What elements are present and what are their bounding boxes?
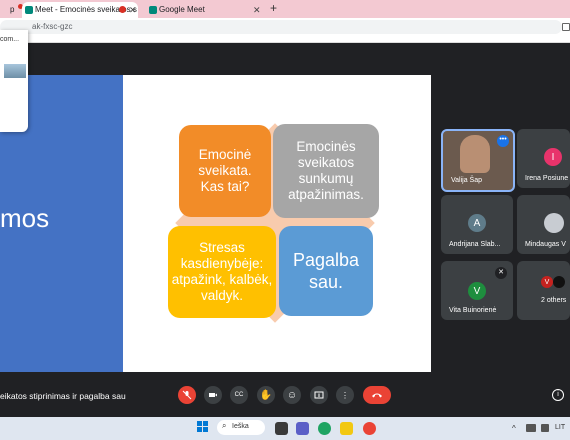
tray-up-icon[interactable]: ^ (512, 424, 516, 433)
task-view-icon[interactable] (275, 422, 288, 435)
participant-avatar: A (468, 214, 486, 232)
participant-name: Vita Buinorienė (449, 307, 497, 314)
box-text: Stresas kasdienybėje: atpažink, kalbėk, … (171, 240, 273, 303)
hangup-icon (372, 393, 382, 398)
close-icon[interactable]: ✕ (129, 2, 137, 18)
bookmarks-bar (0, 36, 570, 43)
network-icon[interactable] (526, 424, 536, 432)
address-bar[interactable]: ak-fxsc-gzc (0, 20, 562, 34)
tab-google-meet[interactable]: Google Meet ✕ (146, 2, 262, 18)
account-popup: com... (0, 30, 28, 132)
chrome-icon[interactable] (363, 422, 376, 435)
taskbar-search[interactable]: ⌕ Ieška (217, 420, 265, 435)
mic-off-icon (182, 390, 192, 400)
leave-call-button[interactable] (363, 386, 391, 404)
extension-icon[interactable] (562, 23, 570, 31)
language-indicator[interactable]: LIT (555, 424, 565, 431)
volume-icon[interactable] (541, 424, 549, 432)
participant-name: Andrijana Slab... (449, 241, 501, 248)
participant-tile-vita[interactable]: ✕ V Vita Buinorienė (441, 261, 513, 320)
slide-box-emotional-health: Emocinė sveikata. Kas tai? (179, 125, 271, 217)
meet-icon (149, 6, 157, 14)
tab-1[interactable]: p (0, 2, 20, 18)
more-options-button[interactable]: ⋮ (336, 386, 354, 404)
participant-tile-andrijana[interactable]: A Andrijana Slab... (441, 195, 513, 254)
search-placeholder: Ieška (232, 423, 249, 430)
participant-avatar: I (544, 148, 562, 166)
participant-name: Mindaugas V (525, 241, 566, 248)
muted-mic-icon: ✕ (495, 267, 507, 279)
popup-text: com... (0, 36, 20, 43)
new-tab-button[interactable]: + (270, 1, 277, 15)
emoji-icon: ☺ (286, 389, 298, 401)
more-vert-icon: ⋮ (341, 390, 349, 400)
mic-off-button[interactable] (178, 386, 196, 404)
participant-avatar: V (468, 282, 486, 300)
participant-tile-mindaugas[interactable]: Mindaugas V (517, 195, 570, 254)
participant-avatar (553, 276, 565, 288)
tab-bar: p Meet - Emocinės sveikatos s ✕ Google M… (0, 0, 570, 18)
meet-icon (25, 6, 33, 14)
camera-icon (209, 393, 217, 397)
participant-name: Valija Šap (451, 177, 483, 184)
info-button[interactable]: i (552, 389, 564, 401)
box-text: Emocinės sveikatos sunkumų atpažinimas. (288, 139, 364, 202)
windows-start-icon[interactable] (197, 421, 209, 433)
captions-button[interactable]: CC (230, 386, 248, 404)
tab-title: Google Meet (159, 5, 205, 14)
hand-icon: ✋ (259, 389, 273, 401)
meeting-title: eikatos stiprinimas ir pagalba sau (0, 391, 126, 401)
participant-tile-irena[interactable]: I Irena Posiune (517, 129, 570, 188)
slide-box-recognition: Emocinės sveikatos sunkumų atpažinimas. (273, 124, 379, 218)
participant-tile-others[interactable]: V 2 others (517, 261, 570, 320)
participant-video (460, 135, 490, 173)
participant-name: Irena Posiune (525, 175, 569, 182)
slide-box-self-help: Pagalba sau. (279, 226, 373, 316)
participant-tile-valija[interactable]: ••• Valija Šap (441, 129, 515, 192)
participant-avatar: V (541, 276, 553, 288)
tab-meet-active[interactable]: Meet - Emocinės sveikatos s ✕ (22, 2, 138, 18)
others-count: 2 others (541, 297, 567, 304)
slide-box-stress: Stresas kasdienybėje: atpažink, kalbėk, … (168, 226, 276, 318)
box-text: Emocinė sveikata. Kas tai? (198, 147, 252, 194)
tab-title: p (10, 5, 15, 14)
teams-icon[interactable] (296, 422, 309, 435)
search-icon: ⌕ (222, 421, 227, 430)
file-explorer-icon[interactable] (340, 422, 353, 435)
participant-photo (544, 213, 564, 233)
url-text: ak-fxsc-gzc (32, 22, 73, 31)
box-text: Pagalba sau. (292, 250, 360, 292)
more-options-icon[interactable]: ••• (497, 135, 509, 147)
present-button[interactable] (310, 386, 328, 404)
emoji-button[interactable]: ☺ (283, 386, 301, 404)
slide-title: mos (0, 203, 50, 233)
edge-icon[interactable] (318, 422, 331, 435)
popup-thumbnail[interactable] (4, 64, 26, 78)
camera-button[interactable] (204, 386, 222, 404)
close-icon[interactable]: ✕ (253, 2, 261, 18)
recording-icon (119, 6, 126, 13)
raise-hand-button[interactable]: ✋ (257, 386, 275, 404)
present-icon (314, 391, 324, 399)
